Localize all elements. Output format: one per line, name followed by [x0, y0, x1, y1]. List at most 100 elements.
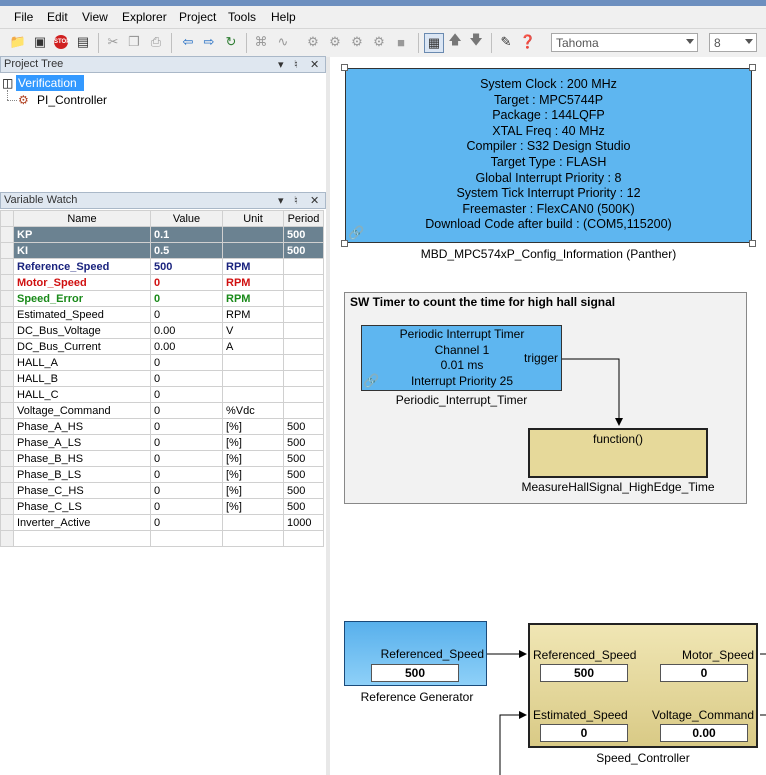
table-row[interactable]: Inverter_Active 0 1000 — [0, 514, 324, 531]
row-header — [0, 226, 14, 243]
cell-value[interactable]: 0 — [150, 418, 223, 435]
table-row[interactable]: Phase_B_HS 0 [%] 500 — [0, 450, 324, 467]
table-row[interactable]: Voltage_Command 0 %Vdc — [0, 402, 324, 419]
table-row[interactable]: Phase_A_LS 0 [%] 500 — [0, 434, 324, 451]
cell-period: 500 — [283, 242, 324, 259]
edit-properties-icon[interactable]: ✎ — [498, 34, 514, 50]
cell-unit — [222, 226, 284, 243]
column-header-name[interactable]: Name — [13, 210, 151, 227]
menu-project[interactable]: Project — [179, 10, 216, 24]
cell-value[interactable]: 0 — [150, 498, 223, 515]
table-row[interactable]: Reference_Speed 500 RPM — [0, 258, 324, 275]
gear-multi-icon[interactable]: ⚙ — [327, 34, 343, 50]
device-icon[interactable]: ■ — [393, 34, 409, 50]
cell-value[interactable]: 500 — [150, 258, 223, 275]
cell-name: KP — [13, 226, 151, 243]
close-icon[interactable]: ✕ — [310, 194, 319, 207]
cell-value[interactable]: 0 — [150, 466, 223, 483]
cell-value[interactable]: 0.00 — [150, 322, 223, 339]
tree-item-pi-controller[interactable]: PI_Controller — [37, 93, 107, 107]
dropdown-icon[interactable]: ▾ — [278, 194, 284, 207]
menu-explorer[interactable]: Explorer — [122, 10, 167, 24]
toolbar-separator — [171, 33, 172, 53]
table-row[interactable]: DC_Bus_Voltage 0.00 V — [0, 322, 324, 339]
menu-tools[interactable]: Tools — [228, 10, 256, 24]
open-folder-icon[interactable]: 📁 — [10, 34, 26, 50]
table-row[interactable]: HALL_A 0 — [0, 354, 324, 371]
chevron-down-icon[interactable] — [745, 39, 753, 44]
properties-icon[interactable]: ▤ — [75, 34, 91, 50]
gear-tool-icon[interactable]: ⚙ — [349, 34, 365, 50]
column-header-value[interactable]: Value — [150, 210, 223, 227]
table-row[interactable]: Phase_C_HS 0 [%] 500 — [0, 482, 324, 499]
gear-target-icon[interactable]: ⚙ — [371, 34, 387, 50]
cell-value[interactable]: 0 — [150, 386, 223, 403]
menu-view[interactable]: View — [82, 10, 108, 24]
up-arrow-icon[interactable]: 🡅 — [447, 32, 463, 50]
cell-value[interactable]: 0 — [150, 402, 223, 419]
cell-value[interactable]: 0.1 — [150, 226, 223, 243]
table-row[interactable]: Speed_Error 0 RPM — [0, 290, 324, 307]
variable-watch-title: Variable Watch — [4, 194, 78, 206]
menu-file[interactable]: File — [14, 10, 33, 24]
cell-value[interactable]: 0 — [150, 306, 223, 323]
table-row[interactable]: DC_Bus_Current 0.00 A — [0, 338, 324, 355]
dropdown-icon[interactable]: ▾ — [278, 58, 284, 71]
cell-name: Inverter_Active — [13, 514, 151, 531]
pin-icon[interactable]: ♮ — [294, 58, 298, 71]
connect-icon[interactable]: ⌘ — [253, 34, 269, 50]
table-row[interactable]: Estimated_Speed 0 RPM — [0, 306, 324, 323]
cell-value[interactable]: 0 — [150, 370, 223, 387]
column-header-unit[interactable]: Unit — [222, 210, 284, 227]
cell-value[interactable]: 0.00 — [150, 338, 223, 355]
font-name-combo[interactable]: Tahoma — [551, 33, 698, 52]
save-icon[interactable]: ▣ — [32, 34, 48, 50]
cell-value[interactable] — [150, 530, 223, 547]
table-row[interactable]: Phase_A_HS 0 [%] 500 — [0, 418, 324, 435]
pin-icon[interactable]: ♮ — [294, 194, 298, 207]
chevron-down-icon[interactable] — [686, 39, 694, 44]
cell-value[interactable]: 0 — [150, 482, 223, 499]
cut-icon[interactable]: ✂ — [105, 34, 121, 50]
table-row[interactable] — [0, 530, 324, 547]
cell-value[interactable]: 0 — [150, 354, 223, 371]
cell-value[interactable]: 0 — [150, 290, 223, 307]
row-header-corner — [0, 210, 14, 227]
back-arrow-icon[interactable]: ⇦ — [180, 34, 196, 50]
table-row[interactable]: Phase_C_LS 0 [%] 500 — [0, 498, 324, 515]
cell-value[interactable]: 0 — [150, 434, 223, 451]
column-header-period[interactable]: Period — [283, 210, 324, 227]
cell-value[interactable]: 0.5 — [150, 242, 223, 259]
font-size-combo[interactable]: 8 — [709, 33, 757, 52]
refresh-icon[interactable]: ↻ — [223, 34, 239, 50]
cell-name: Speed_Error — [13, 290, 151, 307]
close-icon[interactable]: ✕ — [310, 58, 319, 71]
cell-value[interactable]: 0 — [150, 274, 223, 291]
forward-arrow-icon[interactable]: ⇨ — [201, 34, 217, 50]
menu-edit[interactable]: Edit — [47, 10, 68, 24]
cell-name: Motor_Speed — [13, 274, 151, 291]
cell-period: 500 — [283, 498, 324, 515]
print-icon[interactable]: ⎙ — [148, 34, 164, 50]
copy-icon[interactable]: ❐ — [126, 34, 142, 50]
menu-bar: File Edit View Explorer Project Tools He… — [0, 6, 766, 29]
table-row[interactable]: Phase_B_LS 0 [%] 500 — [0, 466, 324, 483]
font-name-value: Tahoma — [556, 36, 599, 50]
help-pointer-icon[interactable]: ❓ — [520, 34, 536, 50]
cell-unit: [%] — [222, 434, 284, 451]
cell-value[interactable]: 0 — [150, 514, 223, 531]
table-row[interactable]: HALL_B 0 — [0, 370, 324, 387]
stop-icon[interactable]: STOP — [53, 34, 70, 50]
menu-help[interactable]: Help — [271, 10, 296, 24]
table-row[interactable]: HALL_C 0 — [0, 386, 324, 403]
tree-item-verification[interactable]: Verification — [16, 75, 84, 91]
cell-value[interactable]: 0 — [150, 450, 223, 467]
oscilloscope-icon[interactable]: ∿ — [275, 34, 291, 50]
table-row[interactable]: KI 0.5 500 — [0, 242, 324, 259]
table-row[interactable]: KP 0.1 500 — [0, 226, 324, 243]
down-arrow-icon[interactable]: 🡇 — [468, 32, 484, 50]
table-row[interactable]: Motor_Speed 0 RPM — [0, 274, 324, 291]
cell-period: 500 — [283, 450, 324, 467]
settings-gear-icon[interactable]: ⚙ — [305, 34, 321, 50]
grid-view-icon[interactable]: ▦ — [424, 33, 444, 53]
